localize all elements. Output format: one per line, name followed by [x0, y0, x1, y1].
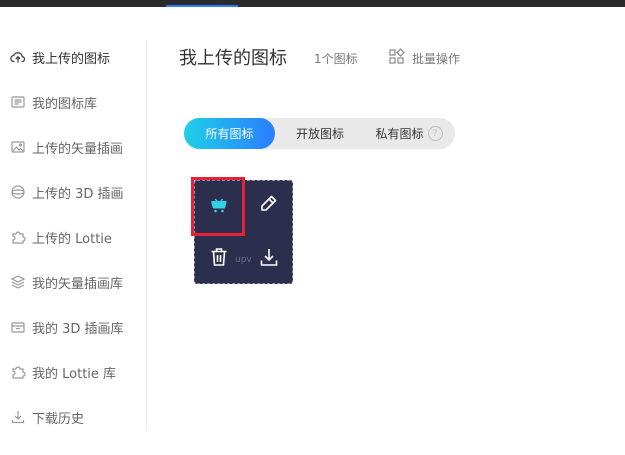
sidebar-item-label: 我的 Lottie 库 [32, 366, 117, 382]
batch-operation-label: 批量操作 [412, 51, 461, 66]
sidebar-item-uploaded-icons[interactable]: 我上传的图标 [9, 45, 110, 69]
box-icon [9, 318, 27, 336]
selection-highlight [191, 177, 245, 236]
sidebar-item-label: 上传的 3D 插画 [32, 186, 124, 202]
page-title: 我上传的图标 [179, 48, 287, 69]
sidebar-item-uploaded-lottie[interactable]: 上传的 Lottie [9, 225, 112, 249]
sidebar-item-label: 我的矢量插画库 [32, 276, 124, 292]
sidebar-item-label: 我上传的图标 [32, 51, 111, 67]
grid-icon [388, 48, 412, 68]
sidebar-item-label: 我的 3D 插画库 [32, 321, 124, 337]
sidebar-item-icon-library[interactable]: 我的图标库 [9, 90, 97, 114]
cloud-upload-icon [9, 48, 27, 66]
sidebar-item-uploaded-vector[interactable]: 上传的矢量插画 [9, 135, 123, 159]
sidebar-item-label: 下载历史 [32, 411, 85, 427]
library-icon [9, 93, 27, 111]
sidebar: 我上传的图标 我的图标库 上传的矢量插画 上传的 3D 插画 上传的 Lotti… [0, 40, 147, 430]
sidebar-item-vector-library[interactable]: 我的矢量插画库 [9, 270, 123, 294]
icon-card-label: upv [235, 255, 252, 265]
sidebar-item-3d-library[interactable]: 我的 3D 插画库 [9, 315, 124, 339]
edit-icon [256, 192, 280, 220]
sidebar-item-lottie-library[interactable]: 我的 Lottie 库 [9, 360, 116, 384]
tab-private-icons[interactable]: 私有图标 ? [372, 118, 446, 149]
download-button[interactable] [251, 241, 287, 277]
image-icon [9, 138, 27, 156]
sidebar-item-label: 我的图标库 [32, 96, 98, 112]
edit-button[interactable] [250, 188, 286, 224]
batch-operation-button[interactable]: 批量操作 [388, 48, 460, 68]
download-icon [9, 408, 27, 426]
puzzle-icon [9, 363, 27, 381]
sidebar-item-download-history[interactable]: 下载历史 [9, 405, 84, 429]
sidebar-item-label: 上传的 Lottie [32, 231, 112, 247]
icon-count: 1个图标 [314, 52, 358, 66]
sidebar-item-uploaded-3d[interactable]: 上传的 3D 插画 [9, 180, 124, 204]
puzzle-icon [9, 228, 27, 246]
help-icon[interactable]: ? [427, 126, 443, 141]
top-bar-accent [166, 5, 238, 7]
tab-public-icons[interactable]: 开放图标 [284, 118, 356, 149]
tab-all-icons[interactable]: 所有图标 [184, 118, 275, 149]
delete-button[interactable] [201, 241, 237, 277]
top-bar [0, 0, 625, 7]
tab-label: 私有图标 [375, 127, 424, 141]
download-icon [257, 245, 281, 273]
sidebar-item-label: 上传的矢量插画 [32, 141, 124, 157]
filter-tabs: 所有图标 开放图标 私有图标 ? [184, 118, 455, 149]
layers-icon [9, 273, 27, 291]
trash-icon [207, 245, 231, 273]
sphere-icon [9, 183, 27, 201]
